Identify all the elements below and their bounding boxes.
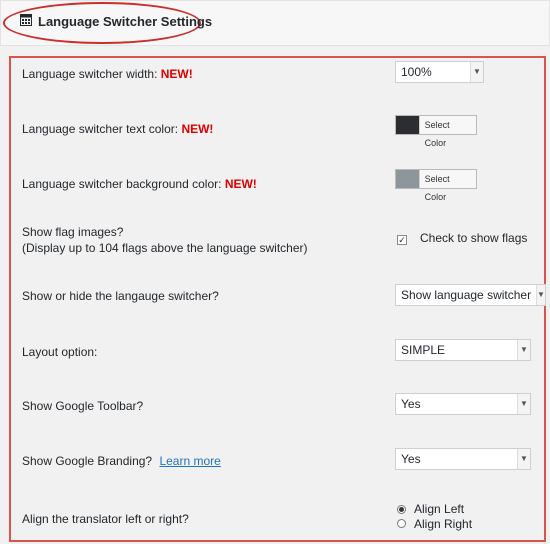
- new-badge: NEW!: [224, 177, 257, 191]
- chevron-down-icon: ▼: [517, 449, 530, 469]
- chevron-down-icon: ▼: [536, 285, 545, 305]
- chevron-down-icon: ▼: [470, 62, 483, 82]
- text-color-select-button[interactable]: Select Color: [418, 116, 476, 148]
- settings-panel-icon: [20, 14, 32, 26]
- show-hide-select[interactable]: Show language switcher ▼: [395, 284, 546, 306]
- text-color-swatch[interactable]: [396, 116, 419, 134]
- layout-select-value: SIMPLE: [401, 343, 446, 357]
- text-color-label-text: Language switcher text color:: [22, 122, 179, 136]
- align-left-radio[interactable]: [397, 505, 406, 514]
- layout-select[interactable]: SIMPLE ▼: [395, 339, 531, 361]
- show-flags-checkbox-label[interactable]: Check to show flags: [420, 231, 527, 245]
- show-hide-label-text: Show or hide the langauge switcher?: [22, 289, 219, 303]
- toolbar-select[interactable]: Yes ▼: [395, 393, 531, 415]
- align-right-radio[interactable]: [397, 519, 406, 528]
- bg-color-picker[interactable]: Select Color: [395, 169, 477, 202]
- learn-more-link[interactable]: Learn more: [159, 454, 220, 468]
- show-hide-select-value: Show language switcher: [401, 288, 532, 302]
- chevron-down-icon: ▼: [517, 340, 530, 360]
- branding-select[interactable]: Yes ▼: [395, 448, 531, 470]
- toolbar-label-text: Show Google Toolbar?: [22, 399, 144, 413]
- new-badge: NEW!: [160, 67, 193, 81]
- bg-color-swatch[interactable]: [396, 170, 419, 188]
- branding-select-value: Yes: [401, 452, 421, 466]
- settings-header: Language Switcher Settings: [0, 0, 550, 46]
- settings-page: Language Switcher Settings Language swit…: [0, 0, 550, 544]
- text-color-picker[interactable]: Select Color: [395, 115, 477, 148]
- bg-color-select-button[interactable]: Select Color: [418, 170, 476, 202]
- align-right-label[interactable]: Align Right: [414, 517, 472, 531]
- align-label-text: Align the translator left or right?: [22, 512, 189, 526]
- toolbar-select-value: Yes: [401, 397, 421, 411]
- layout-label-text: Layout option:: [22, 345, 98, 359]
- page-title: Language Switcher Settings: [38, 14, 213, 29]
- width-select-value: 100%: [401, 65, 432, 79]
- show-flags-checkbox[interactable]: ✓: [397, 235, 407, 245]
- width-select[interactable]: 100% ▼: [395, 61, 484, 83]
- new-badge: NEW!: [181, 122, 214, 136]
- chevron-down-icon: ▼: [517, 394, 530, 414]
- bg-color-label-text: Language switcher background color:: [22, 177, 222, 191]
- align-left-label[interactable]: Align Left: [414, 502, 464, 516]
- branding-label-text: Show Google Branding?: [22, 454, 153, 468]
- width-label-text: Language switcher width:: [22, 67, 158, 81]
